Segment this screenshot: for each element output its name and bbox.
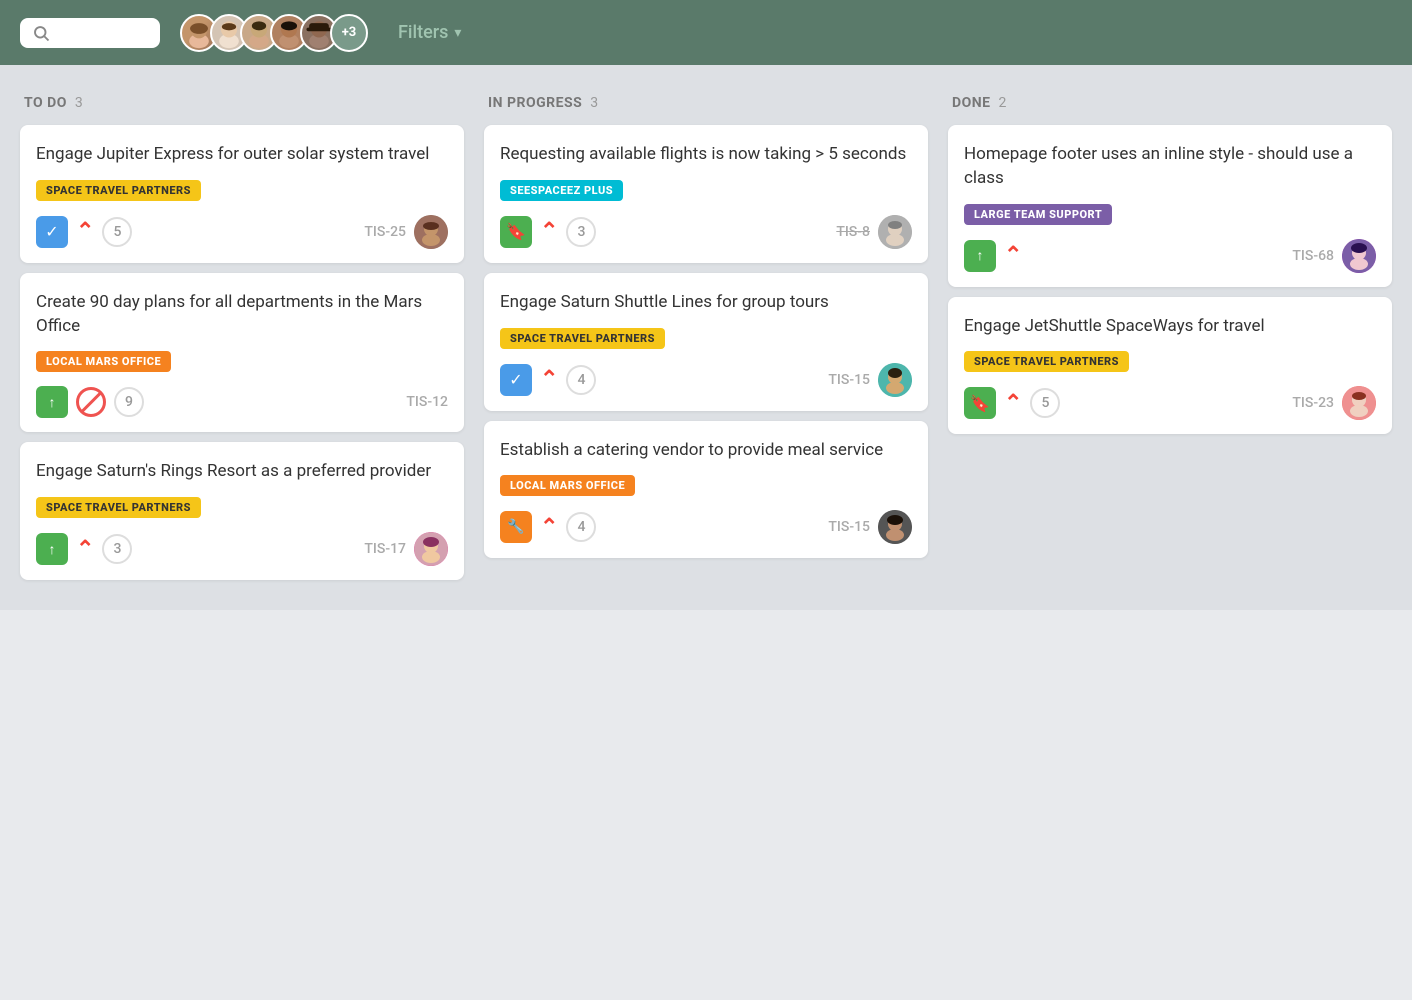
- card-title: Requesting available flights is now taki…: [500, 143, 912, 167]
- priority-icon: ⌃: [76, 537, 94, 562]
- filters-label: Filters: [398, 22, 448, 43]
- ban-icon: [76, 387, 106, 417]
- comment-count: 4: [566, 512, 596, 542]
- column-inprogress: IN PROGRESS 3 Requesting available fligh…: [474, 85, 938, 568]
- priority-icon: ⌃: [1004, 391, 1022, 416]
- upload-mark: ↑: [49, 541, 56, 558]
- card-tag: SPACE TRAVEL PARTNERS: [964, 351, 1129, 372]
- check-icon-btn[interactable]: ✓: [36, 216, 68, 248]
- column-count-done: 2: [999, 95, 1007, 111]
- card-done-1: Homepage footer uses an inline style - s…: [948, 125, 1392, 287]
- avatar: [1342, 386, 1376, 420]
- card-tag: LOCAL MARS OFFICE: [500, 475, 635, 496]
- ticket-id: TIS-12: [406, 394, 448, 410]
- bookmark-mark: 🔖: [970, 394, 990, 413]
- column-done: DONE 2 Homepage footer uses an inline st…: [938, 85, 1392, 444]
- card-footer: ✓ ⌃ 5 TIS-25: [36, 215, 448, 249]
- wrench-icon-btn[interactable]: 🔧: [500, 511, 532, 543]
- bookmark-icon-btn[interactable]: 🔖: [500, 216, 532, 248]
- bookmark-mark: 🔖: [506, 222, 526, 241]
- comment-count: 4: [566, 365, 596, 395]
- upload-mark: ↑: [49, 394, 56, 411]
- card-footer: 🔖 ⌃ 5 TIS-23: [964, 386, 1376, 420]
- card-footer: 🔖 ⌃ 3 TIS-8: [500, 215, 912, 249]
- wrench-mark: 🔧: [507, 519, 524, 535]
- comment-count: 5: [102, 217, 132, 247]
- ticket-id: TIS-68: [1292, 248, 1334, 264]
- avatar: [414, 532, 448, 566]
- priority-icon: ⌃: [540, 367, 558, 392]
- header: +3 Filters ▾: [0, 0, 1412, 65]
- card-title: Engage Saturn Shuttle Lines for group to…: [500, 291, 912, 315]
- column-count-todo: 3: [75, 95, 83, 111]
- priority-icon: ⌃: [1004, 243, 1022, 268]
- card-inprogress-2: Engage Saturn Shuttle Lines for group to…: [484, 273, 928, 411]
- card-tag: SPACE TRAVEL PARTNERS: [36, 180, 201, 201]
- avatar: [878, 363, 912, 397]
- filters-button[interactable]: Filters ▾: [398, 22, 461, 43]
- ticket-id: TIS-17: [364, 541, 406, 557]
- ticket-id: TIS-15: [828, 372, 870, 388]
- comment-count: 9: [114, 387, 144, 417]
- ticket-id: TIS-15: [828, 519, 870, 535]
- card-todo-2: Create 90 day plans for all departments …: [20, 273, 464, 433]
- search-box[interactable]: [20, 18, 160, 48]
- chevron-down-icon: ▾: [454, 25, 461, 41]
- priority-icon: ⌃: [540, 219, 558, 244]
- card-inprogress-1: Requesting available flights is now taki…: [484, 125, 928, 263]
- card-title: Establish a catering vendor to provide m…: [500, 439, 912, 463]
- comment-count: 3: [566, 217, 596, 247]
- priority-icon: ⌃: [76, 219, 94, 244]
- avatar-group: +3: [180, 14, 368, 52]
- card-tag: SPACE TRAVEL PARTNERS: [500, 328, 665, 349]
- search-icon: [32, 24, 50, 42]
- avatar: [878, 510, 912, 544]
- column-title-todo: TO DO: [24, 95, 67, 111]
- column-header-done: DONE 2: [948, 85, 1392, 125]
- ticket-id: TIS-23: [1292, 395, 1334, 411]
- comment-count: 3: [102, 534, 132, 564]
- comment-count: 5: [1030, 388, 1060, 418]
- card-todo-1: Engage Jupiter Express for outer solar s…: [20, 125, 464, 263]
- card-footer: ✓ ⌃ 4 TIS-15: [500, 363, 912, 397]
- upload-icon-btn[interactable]: ↑: [36, 386, 68, 418]
- column-header-inprogress: IN PROGRESS 3: [484, 85, 928, 125]
- card-tag: LARGE TEAM SUPPORT: [964, 204, 1112, 225]
- ticket-id: TIS-25: [364, 224, 406, 240]
- card-done-2: Engage JetShuttle SpaceWays for travel S…: [948, 297, 1392, 435]
- card-tag: SPACE TRAVEL PARTNERS: [36, 497, 201, 518]
- card-footer: ↑ ⌃ TIS-68: [964, 239, 1376, 273]
- check-mark: ✓: [509, 370, 522, 389]
- card-title: Engage JetShuttle SpaceWays for travel: [964, 315, 1376, 339]
- upload-mark: ↑: [977, 247, 984, 264]
- upload-icon-btn[interactable]: ↑: [964, 240, 996, 272]
- column-title-done: DONE: [952, 95, 991, 111]
- card-title: Engage Jupiter Express for outer solar s…: [36, 143, 448, 167]
- kanban-board: TO DO 3 Engage Jupiter Express for outer…: [0, 65, 1412, 610]
- card-todo-3: Engage Saturn's Rings Resort as a prefer…: [20, 442, 464, 580]
- card-title: Homepage footer uses an inline style - s…: [964, 143, 1376, 191]
- card-footer: 🔧 ⌃ 4 TIS-15: [500, 510, 912, 544]
- avatar: [1342, 239, 1376, 273]
- avatar: [414, 215, 448, 249]
- column-title-inprogress: IN PROGRESS: [488, 95, 582, 111]
- avatar-more: +3: [330, 14, 368, 52]
- column-todo: TO DO 3 Engage Jupiter Express for outer…: [20, 85, 474, 590]
- card-footer: ↑ 9 TIS-12: [36, 386, 448, 418]
- column-count-inprogress: 3: [590, 95, 598, 111]
- card-title: Create 90 day plans for all departments …: [36, 291, 448, 339]
- avatar: [878, 215, 912, 249]
- priority-icon: ⌃: [540, 515, 558, 540]
- check-icon-btn[interactable]: ✓: [500, 364, 532, 396]
- bookmark-icon-btn[interactable]: 🔖: [964, 387, 996, 419]
- card-footer: ↑ ⌃ 3 TIS-17: [36, 532, 448, 566]
- upload-icon-btn[interactable]: ↑: [36, 533, 68, 565]
- column-header-todo: TO DO 3: [20, 85, 464, 125]
- card-inprogress-3: Establish a catering vendor to provide m…: [484, 421, 928, 559]
- card-tag: LOCAL MARS OFFICE: [36, 351, 171, 372]
- card-title: Engage Saturn's Rings Resort as a prefer…: [36, 460, 448, 484]
- ticket-id: TIS-8: [836, 224, 870, 240]
- card-tag: SEESPACEEZ PLUS: [500, 180, 623, 201]
- check-mark: ✓: [45, 222, 58, 241]
